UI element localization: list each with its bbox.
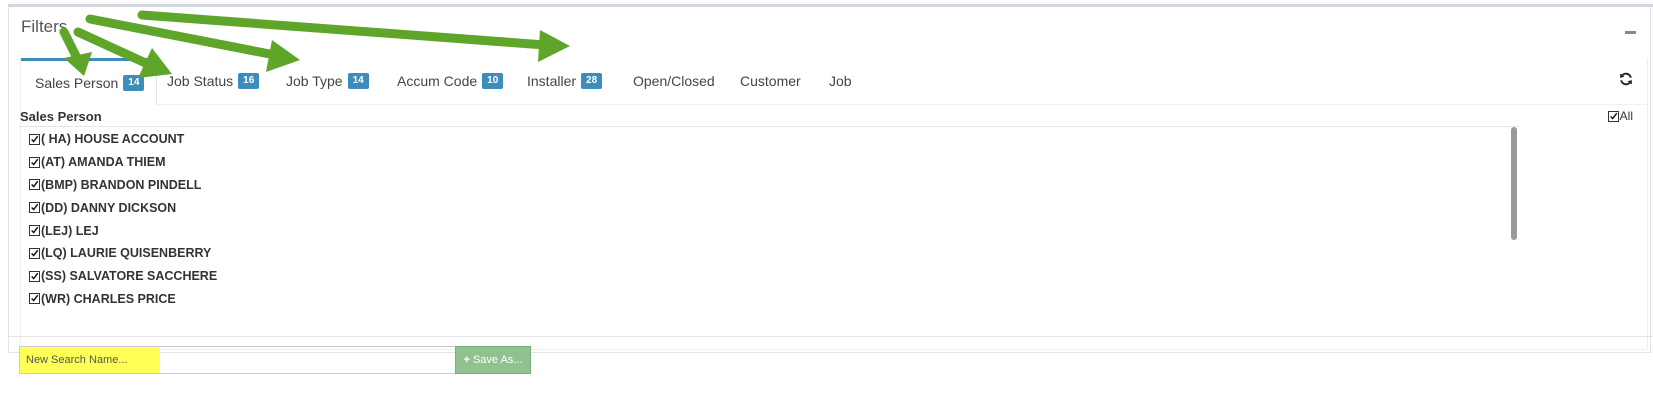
plus-icon: + (463, 354, 470, 366)
select-all-checkbox[interactable]: All (1607, 109, 1633, 123)
tab-open-closed[interactable]: Open/Closed (633, 58, 715, 104)
list-item-label: ( HA) HOUSE ACCOUNT (41, 132, 185, 147)
list-item-label: (WR) CHARLES PRICE (41, 291, 176, 306)
list-item[interactable]: ( HA) HOUSE ACCOUNT (19, 128, 1529, 151)
save-as-button[interactable]: + Save As... (455, 346, 531, 374)
count-badge: 10 (482, 73, 504, 89)
list-item-label: (AT) AMANDA THIEM (41, 155, 166, 170)
refresh-icon[interactable] (1619, 72, 1633, 86)
tab-bar: Sales Person 14 Job Status 16 Job Type 1… (21, 58, 1647, 105)
list-item[interactable] (19, 310, 1529, 315)
tab-customer[interactable]: Customer (740, 58, 801, 104)
all-label: All (1619, 109, 1633, 123)
tab-label: Job Type (286, 73, 343, 89)
tab-label: Open/Closed (633, 73, 715, 89)
list-item[interactable]: (LQ) LAURIE QUISENBERRY (19, 242, 1529, 265)
count-badge: 14 (347, 73, 369, 89)
tab-label: Accum Code (397, 73, 478, 89)
list-item-label: (BMP) BRANDON PINDELL (41, 177, 202, 192)
checkmark-icon[interactable] (29, 293, 40, 305)
save-as-label: Save As... (472, 354, 523, 366)
tab-sales-person[interactable]: Sales Person 14 (21, 58, 158, 105)
divider (8, 336, 1653, 337)
list-item[interactable]: (BMP) BRANDON PINDELL (19, 174, 1529, 197)
checkmark-icon[interactable] (29, 270, 40, 282)
tab-installer[interactable]: Installer 28 (527, 58, 603, 104)
tab-label: Sales Person (35, 75, 119, 91)
checkmark-icon[interactable] (29, 133, 40, 145)
panel-title: Filters (21, 17, 68, 36)
count-badge: 28 (581, 73, 603, 89)
checkmark-icon[interactable] (29, 179, 40, 191)
list-item-label: (LQ) LAURIE QUISENBERRY (41, 246, 212, 261)
minus-icon[interactable] (1625, 31, 1636, 34)
tab-job-status[interactable]: Job Status 16 (167, 58, 260, 104)
divider (19, 126, 1519, 127)
tab-label: Customer (740, 73, 801, 89)
list-item[interactable]: (DD) DANNY DICKSON (19, 196, 1529, 219)
list-item[interactable]: (WR) CHARLES PRICE (19, 288, 1529, 311)
search-name-input[interactable] (19, 346, 455, 374)
tab-accum-code[interactable]: Accum Code 10 (397, 58, 504, 104)
tab-job-type[interactable]: Job Type 14 (286, 58, 369, 104)
list-item-label: (DD) DANNY DICKSON (41, 200, 177, 215)
checkmark-icon[interactable] (29, 202, 40, 214)
list-item[interactable]: (SS) SALVATORE SACCHERE (19, 265, 1529, 288)
list-item-label: (LEJ) LEJ (41, 223, 99, 238)
sales-person-list: ( HA) HOUSE ACCOUNT (AT) AMANDA THIEM (B… (19, 128, 1529, 315)
tab-label: Job (829, 73, 852, 89)
list-item[interactable]: (AT) AMANDA THIEM (19, 151, 1529, 174)
list-header: Sales Person (20, 109, 102, 124)
scrollbar[interactable] (1511, 127, 1517, 240)
count-badge: 16 (238, 73, 260, 89)
checkmark-icon[interactable] (29, 247, 40, 259)
checkmark-icon[interactable] (29, 156, 40, 168)
list-item[interactable]: (LEJ) LEJ (19, 219, 1529, 242)
list-item-label: (SS) SALVATORE SACCHERE (41, 269, 218, 284)
tab-job[interactable]: Job (829, 58, 852, 104)
checkmark-icon[interactable] (29, 225, 40, 237)
checkmark-icon (1607, 110, 1619, 122)
tab-label: Job Status (167, 73, 234, 89)
tab-label: Installer (527, 73, 577, 89)
count-badge: 14 (123, 75, 145, 91)
